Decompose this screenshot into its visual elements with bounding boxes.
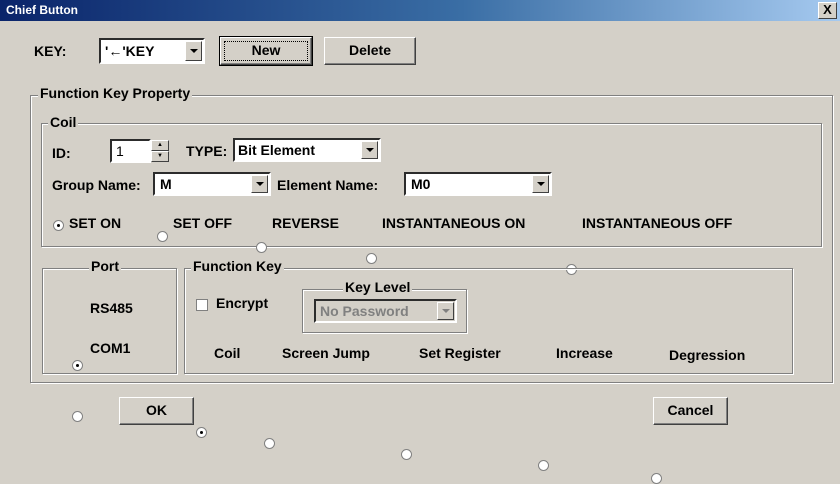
- id-label: ID:: [52, 145, 71, 161]
- degression-radio[interactable]: [651, 473, 662, 484]
- id-value: 1: [116, 143, 124, 159]
- new-button[interactable]: New: [219, 36, 313, 66]
- delete-button[interactable]: Delete: [324, 37, 416, 65]
- set-on-label: SET ON: [69, 215, 122, 231]
- group-name-value: M: [160, 176, 172, 192]
- ok-button[interactable]: OK: [119, 397, 194, 425]
- port-legend: Port: [89, 258, 121, 274]
- coil-legend: Coil: [48, 114, 79, 130]
- instantaneous-on-radio[interactable]: [366, 253, 377, 264]
- reverse-label: REVERSE: [272, 215, 339, 231]
- chevron-down-icon[interactable]: [437, 302, 454, 320]
- function-key-property-legend: Function Key Property: [38, 85, 193, 101]
- set-on-radio[interactable]: [53, 220, 64, 231]
- key-level-select[interactable]: No Password: [314, 299, 457, 323]
- key-level-legend: Key Level: [343, 279, 413, 295]
- key-level-value: No Password: [320, 303, 409, 319]
- screen-jump-label: Screen Jump: [282, 345, 370, 361]
- element-name-value: M0: [411, 176, 431, 192]
- increase-radio[interactable]: [538, 460, 549, 471]
- degression-label: Degression: [669, 347, 746, 363]
- instantaneous-on-label: INSTANTANEOUS ON: [382, 215, 526, 231]
- title-bar: [0, 0, 840, 21]
- function-key-legend: Function Key: [191, 258, 284, 274]
- chevron-down-icon[interactable]: [532, 175, 549, 193]
- group-name-select[interactable]: M: [153, 172, 271, 196]
- key-select-value: '←'KEY: [105, 43, 155, 59]
- com1-radio[interactable]: [72, 411, 83, 422]
- window-title: Chief Button: [6, 3, 78, 17]
- rs485-radio[interactable]: [72, 360, 83, 371]
- increase-label: Increase: [556, 345, 613, 361]
- chevron-down-icon[interactable]: [185, 41, 202, 61]
- set-register-label: Set Register: [419, 345, 501, 361]
- type-select[interactable]: Bit Element: [233, 138, 381, 162]
- group-name-label: Group Name:: [52, 177, 141, 193]
- encrypt-checkbox[interactable]: [196, 299, 208, 311]
- set-register-radio[interactable]: [401, 449, 412, 460]
- screen-jump-radio[interactable]: [264, 438, 275, 449]
- type-label: TYPE:: [186, 143, 228, 159]
- com1-label: COM1: [90, 340, 131, 356]
- reverse-radio[interactable]: [256, 242, 267, 253]
- port-group: [42, 268, 177, 374]
- chevron-down-icon[interactable]: [361, 141, 378, 159]
- type-select-value: Bit Element: [238, 142, 316, 158]
- set-off-radio[interactable]: [157, 231, 168, 242]
- id-input[interactable]: 1: [110, 139, 151, 163]
- cancel-button[interactable]: Cancel: [653, 397, 728, 425]
- element-name-select[interactable]: M0: [404, 172, 552, 196]
- key-label: KEY:: [34, 43, 67, 59]
- coil-type-radio[interactable]: [196, 427, 207, 438]
- set-off-label: SET OFF: [173, 215, 233, 231]
- encrypt-label: Encrypt: [216, 295, 269, 311]
- key-select[interactable]: '←'KEY: [99, 38, 205, 64]
- close-button[interactable]: X: [818, 2, 837, 19]
- rs485-label: RS485: [90, 300, 133, 316]
- coil-type-label: Coil: [214, 345, 241, 361]
- element-name-label: Element Name:: [277, 177, 379, 193]
- instantaneous-off-label: INSTANTANEOUS OFF: [582, 215, 733, 231]
- id-spinner[interactable]: ▲ ▼: [151, 140, 169, 162]
- spin-down-icon[interactable]: ▼: [151, 151, 169, 162]
- spin-up-icon[interactable]: ▲: [151, 140, 169, 151]
- chevron-down-icon[interactable]: [251, 175, 268, 193]
